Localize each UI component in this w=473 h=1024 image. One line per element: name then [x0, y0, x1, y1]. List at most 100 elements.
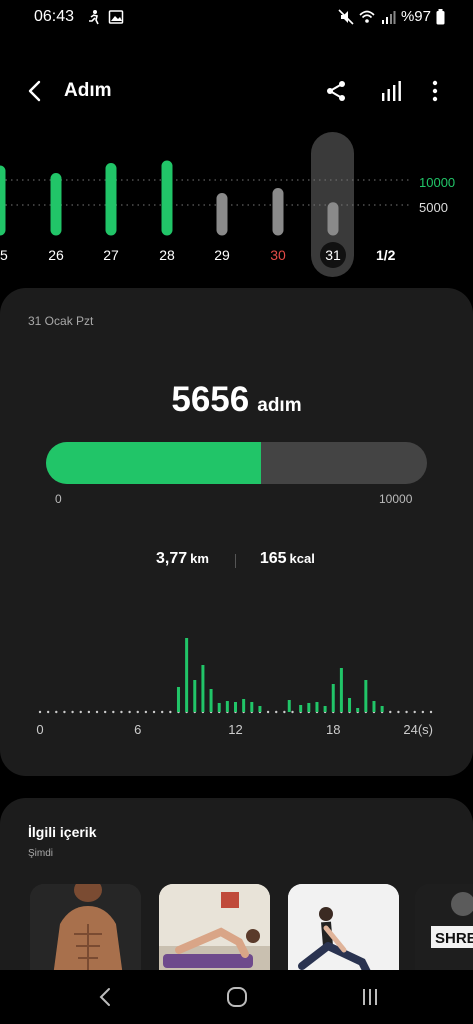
hourly-bar — [380, 706, 384, 712]
nav-recents-button[interactable] — [355, 984, 385, 1010]
goal-line-label-5000: 5000 — [419, 200, 448, 215]
hourly-bar — [250, 702, 254, 712]
stats-divider — [235, 554, 236, 568]
baseline-dot — [291, 710, 294, 714]
day-label-26[interactable]: 26 — [48, 247, 64, 263]
yoga-plank-image[interactable] — [159, 884, 270, 978]
hourly-bar — [176, 687, 180, 712]
hourly-tick-label: 0 — [36, 722, 43, 737]
mute-icon — [338, 8, 354, 25]
hourly-bar — [242, 699, 246, 712]
hourly-bar — [323, 706, 327, 712]
back-nav-icon — [99, 988, 110, 1006]
nav-home-button[interactable] — [222, 984, 252, 1010]
yoga-illustration — [159, 884, 270, 978]
baseline-dot — [397, 710, 400, 714]
stretching-woman-image[interactable] — [288, 884, 399, 978]
baseline-dot — [71, 710, 74, 714]
day-label-28[interactable]: 28 — [159, 247, 175, 263]
baseline-dot — [38, 710, 42, 714]
progress-min-label: 0 — [55, 492, 62, 506]
baseline-dot — [55, 710, 58, 714]
baseline-dot — [429, 710, 433, 714]
page-indicator: 1/2 — [376, 247, 396, 263]
hourly-tick-label: 24(s) — [403, 722, 433, 737]
weekly-bars: 25 26 27 28 29 30 31 — [0, 160, 412, 268]
baseline-dot — [266, 710, 270, 714]
wifi-icon — [359, 10, 375, 23]
calories-value: 165 — [259, 550, 287, 567]
baseline-dot — [405, 710, 408, 714]
goal-line-label-10000: 10000 — [419, 175, 456, 190]
image-icon — [108, 10, 124, 24]
hourly-bar — [364, 680, 368, 712]
home-nav-icon — [227, 987, 247, 1007]
hourly-bar — [217, 703, 221, 712]
hourly-bar — [287, 700, 291, 712]
hourly-bar — [225, 701, 229, 712]
day-label-25[interactable]: 25 — [0, 247, 8, 263]
steps-progress-bar — [46, 442, 427, 484]
baseline-dot — [87, 710, 91, 714]
torso-illustration — [30, 884, 141, 978]
page-title: Adım — [64, 80, 112, 101]
steps-value: 5656 — [171, 380, 250, 419]
chevron-left-icon — [28, 80, 41, 102]
fitness-torso-image[interactable] — [30, 884, 141, 978]
hourly-tick-label: 6 — [134, 722, 141, 737]
related-subtitle: Şimdi — [28, 848, 54, 859]
baseline-dot — [136, 710, 139, 714]
shred-workout-image[interactable]: SHRE — [415, 884, 473, 978]
progress-max-label: 10000 — [379, 492, 413, 506]
baseline-dot — [152, 710, 156, 714]
baseline-dot — [63, 710, 66, 714]
hourly-bar — [185, 638, 189, 712]
running-person-icon — [89, 10, 99, 25]
chart-icon — [382, 81, 401, 101]
calories-unit: kcal — [289, 551, 315, 566]
chart-view-button[interactable] — [377, 76, 405, 106]
status-time: 06:43 — [34, 8, 75, 25]
baseline-dot — [128, 710, 131, 714]
steps-total: 5656 adım — [0, 380, 473, 420]
hourly-bar — [299, 705, 303, 712]
hourly-bar — [339, 668, 343, 712]
hourly-bar — [201, 665, 205, 712]
recents-nav-icon — [363, 989, 377, 1005]
app-header: Adım — [0, 70, 473, 112]
related-content-card: İlgili içerik Şimdi SHRE — [0, 798, 473, 978]
hourly-bar — [331, 684, 335, 712]
baseline-dot — [275, 710, 278, 714]
baseline-dot — [160, 710, 164, 714]
baseline-dot — [169, 710, 172, 714]
day-label-30[interactable]: 30 — [270, 247, 286, 263]
baseline-dot — [283, 710, 286, 714]
status-bar: 06:43 %97 — [0, 0, 473, 36]
hourly-bar — [209, 689, 213, 712]
share-button[interactable] — [322, 76, 350, 106]
steps-progress-fill — [46, 442, 262, 484]
related-title: İlgili içerik — [28, 824, 97, 840]
shred-illustration: SHRE — [415, 884, 473, 978]
system-nav-bar — [0, 970, 473, 1024]
hourly-tick-label: 12 — [228, 722, 242, 737]
battery-icon — [436, 8, 445, 24]
day-label-31[interactable]: 31 — [325, 247, 341, 263]
hourly-bar — [258, 706, 262, 712]
baseline-dot — [413, 710, 416, 714]
hourly-bar — [348, 698, 352, 712]
baseline-dot — [421, 710, 425, 714]
share-icon — [327, 81, 345, 101]
weekly-steps-chart: 25 26 27 28 29 30 31 10000 5000 1/2 — [0, 128, 473, 278]
hourly-bar — [356, 708, 360, 712]
more-icon — [432, 80, 438, 102]
day-label-27[interactable]: 27 — [103, 247, 119, 263]
baseline-dot — [389, 710, 392, 714]
steps-unit: adım — [257, 395, 302, 416]
baseline-dot — [120, 710, 123, 714]
more-options-button[interactable] — [421, 76, 449, 106]
back-button[interactable] — [22, 76, 50, 106]
day-label-29[interactable]: 29 — [214, 247, 230, 263]
nav-back-button[interactable] — [90, 984, 120, 1010]
hourly-bar — [307, 703, 311, 712]
